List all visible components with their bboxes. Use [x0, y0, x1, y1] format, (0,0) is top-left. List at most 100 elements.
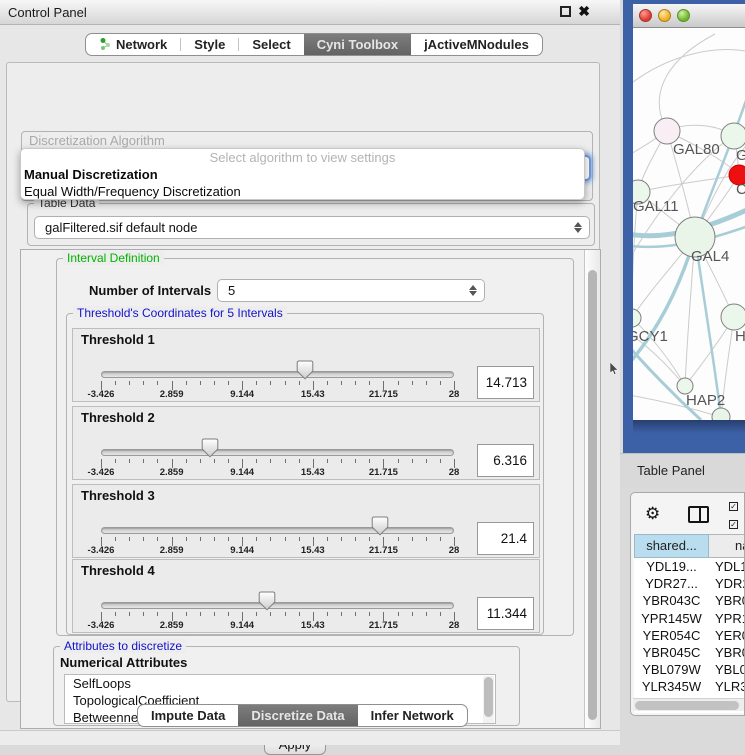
- table-row[interactable]: YPR145WYPR1: [634, 610, 745, 627]
- control-panel-titlebar: Control Panel ✖: [0, 0, 620, 25]
- slider-track[interactable]: [101, 602, 454, 609]
- tick-mark: [186, 612, 187, 616]
- tick-label: 15.43: [301, 545, 325, 556]
- tick-label: 9.144: [230, 389, 254, 400]
- tick-label: 21.715: [369, 620, 398, 631]
- table-panel-title: Table Panel: [620, 463, 705, 478]
- scrollbar-thumb[interactable]: [484, 677, 493, 717]
- split-columns-icon[interactable]: [688, 506, 709, 523]
- tick-mark: [440, 381, 441, 385]
- network-edge[interactable]: [633, 50, 745, 90]
- list-scrollbar[interactable]: [483, 676, 494, 724]
- tick-mark: [426, 537, 427, 541]
- tick-mark: [355, 537, 356, 541]
- tick-mark: [426, 381, 427, 385]
- scrollbar-thumb[interactable]: [635, 701, 739, 710]
- tick-mark: [228, 459, 229, 463]
- minimize-traffic-light-icon[interactable]: [658, 9, 671, 22]
- tab-style[interactable]: Style: [181, 34, 238, 55]
- gear-icon[interactable]: ⚙: [645, 504, 660, 524]
- attribute-list-item[interactable]: SelfLoops: [65, 675, 495, 692]
- numerical-attributes-label: Numerical Attributes: [60, 655, 187, 670]
- table-row[interactable]: YLR345WYLR3: [634, 678, 745, 695]
- tab-network[interactable]: Network: [86, 34, 180, 55]
- slider-thumb[interactable]: [258, 591, 276, 611]
- slider-ticks: [101, 459, 454, 469]
- vertical-scrollbar[interactable]: [584, 250, 600, 728]
- horizontal-scrollbar[interactable]: [633, 698, 744, 711]
- tick-mark: [115, 381, 116, 385]
- threshold-value-field[interactable]: 21.4: [477, 522, 534, 555]
- network-window-frame: [633, 420, 745, 453]
- num-intervals-value: 5: [228, 283, 235, 298]
- cell-name: YER0: [709, 627, 745, 644]
- threshold-value-field[interactable]: 11.344: [477, 597, 534, 630]
- close-traffic-light-icon[interactable]: [639, 9, 652, 22]
- tick-mark: [327, 381, 328, 385]
- network-canvas[interactable]: GAL80GALCGAL11GAL4GCY1HAHAP2: [633, 28, 745, 420]
- tick-mark: [143, 537, 144, 541]
- bottom-node[interactable]: [712, 408, 730, 420]
- tick-mark: [426, 459, 427, 463]
- slider-ticks: [101, 612, 454, 622]
- column-header-shared-name[interactable]: shared...: [634, 534, 709, 558]
- column-header-name[interactable]: na: [709, 534, 745, 558]
- cyni-toolbox-panel: Discretization Algorithm Select algorith…: [6, 62, 600, 702]
- table-header-row: shared... na: [634, 534, 745, 558]
- tab-label: Discretize Data: [251, 708, 344, 723]
- tab-jactivemnodules[interactable]: jActiveMNodules: [411, 34, 542, 55]
- table-row[interactable]: YDR27...YDR2: [634, 575, 745, 592]
- dropdown-option[interactable]: Manual Discretization: [21, 166, 584, 183]
- slider-track[interactable]: [101, 527, 454, 534]
- slider-thumb[interactable]: [296, 360, 314, 380]
- dropdown-option[interactable]: Equal Width/Frequency Discretization: [21, 183, 584, 200]
- scrollbar-thumb[interactable]: [588, 270, 597, 720]
- slider-ticks: [101, 381, 454, 391]
- tick-label: 2.859: [160, 545, 184, 556]
- tab-select[interactable]: Select: [239, 34, 303, 55]
- tick-mark: [369, 537, 370, 541]
- slider-track[interactable]: [101, 449, 454, 456]
- h-node[interactable]: [721, 304, 745, 330]
- tick-mark: [115, 612, 116, 616]
- tick-mark: [341, 381, 342, 385]
- network-edge[interactable]: [659, 34, 715, 131]
- threshold-value-field[interactable]: 6.316: [477, 444, 534, 477]
- zoom-traffic-light-icon[interactable]: [677, 9, 690, 22]
- table-row[interactable]: YER054CYER0: [634, 627, 745, 644]
- table-row[interactable]: YBL079WYBL0: [634, 661, 745, 678]
- slider-thumb[interactable]: [201, 438, 219, 458]
- tick-label: 21.715: [369, 467, 398, 478]
- tick-mark: [214, 537, 215, 541]
- table-row[interactable]: YBR043CYBR0: [634, 592, 745, 609]
- threshold-value-field[interactable]: 14.713: [477, 366, 534, 399]
- select-columns-icon[interactable]: ✓✓: [726, 496, 745, 532]
- close-icon[interactable]: ✖: [578, 4, 590, 19]
- table-row[interactable]: YBR045CYBR0: [634, 644, 745, 661]
- algorithm-group-legend: Discretization Algorithm: [29, 133, 165, 148]
- tab-label: Network: [116, 37, 167, 52]
- float-window-icon[interactable]: [560, 6, 571, 17]
- cell-name: YPR1: [709, 610, 745, 627]
- cell-shared-name: YER054C: [634, 627, 709, 644]
- gal-node[interactable]: [721, 123, 745, 149]
- slider-track[interactable]: [101, 371, 454, 378]
- tab-impute-data[interactable]: Impute Data: [138, 705, 238, 726]
- network-window-titlebar[interactable]: [633, 4, 745, 28]
- tab-infer-network[interactable]: Infer Network: [358, 705, 467, 726]
- slider-thumb[interactable]: [371, 516, 389, 536]
- tab-cyni-toolbox[interactable]: Cyni Toolbox: [304, 34, 411, 55]
- tab-discretize-data[interactable]: Discretize Data: [238, 705, 357, 726]
- tick-mark: [157, 612, 158, 616]
- tick-mark: [228, 537, 229, 541]
- tick-mark: [440, 612, 441, 616]
- num-intervals-combobox[interactable]: 5: [217, 279, 485, 302]
- table-row[interactable]: YDL19...YDL1: [634, 558, 745, 575]
- tick-label: 21.715: [369, 389, 398, 400]
- table-data-combobox[interactable]: galFiltered.sif default node: [34, 216, 590, 239]
- tick-mark: [186, 381, 187, 385]
- tick-mark: [398, 381, 399, 385]
- tick-mark: [398, 537, 399, 541]
- gcy1-node[interactable]: [633, 309, 641, 327]
- node-label: GAL4: [691, 248, 729, 265]
